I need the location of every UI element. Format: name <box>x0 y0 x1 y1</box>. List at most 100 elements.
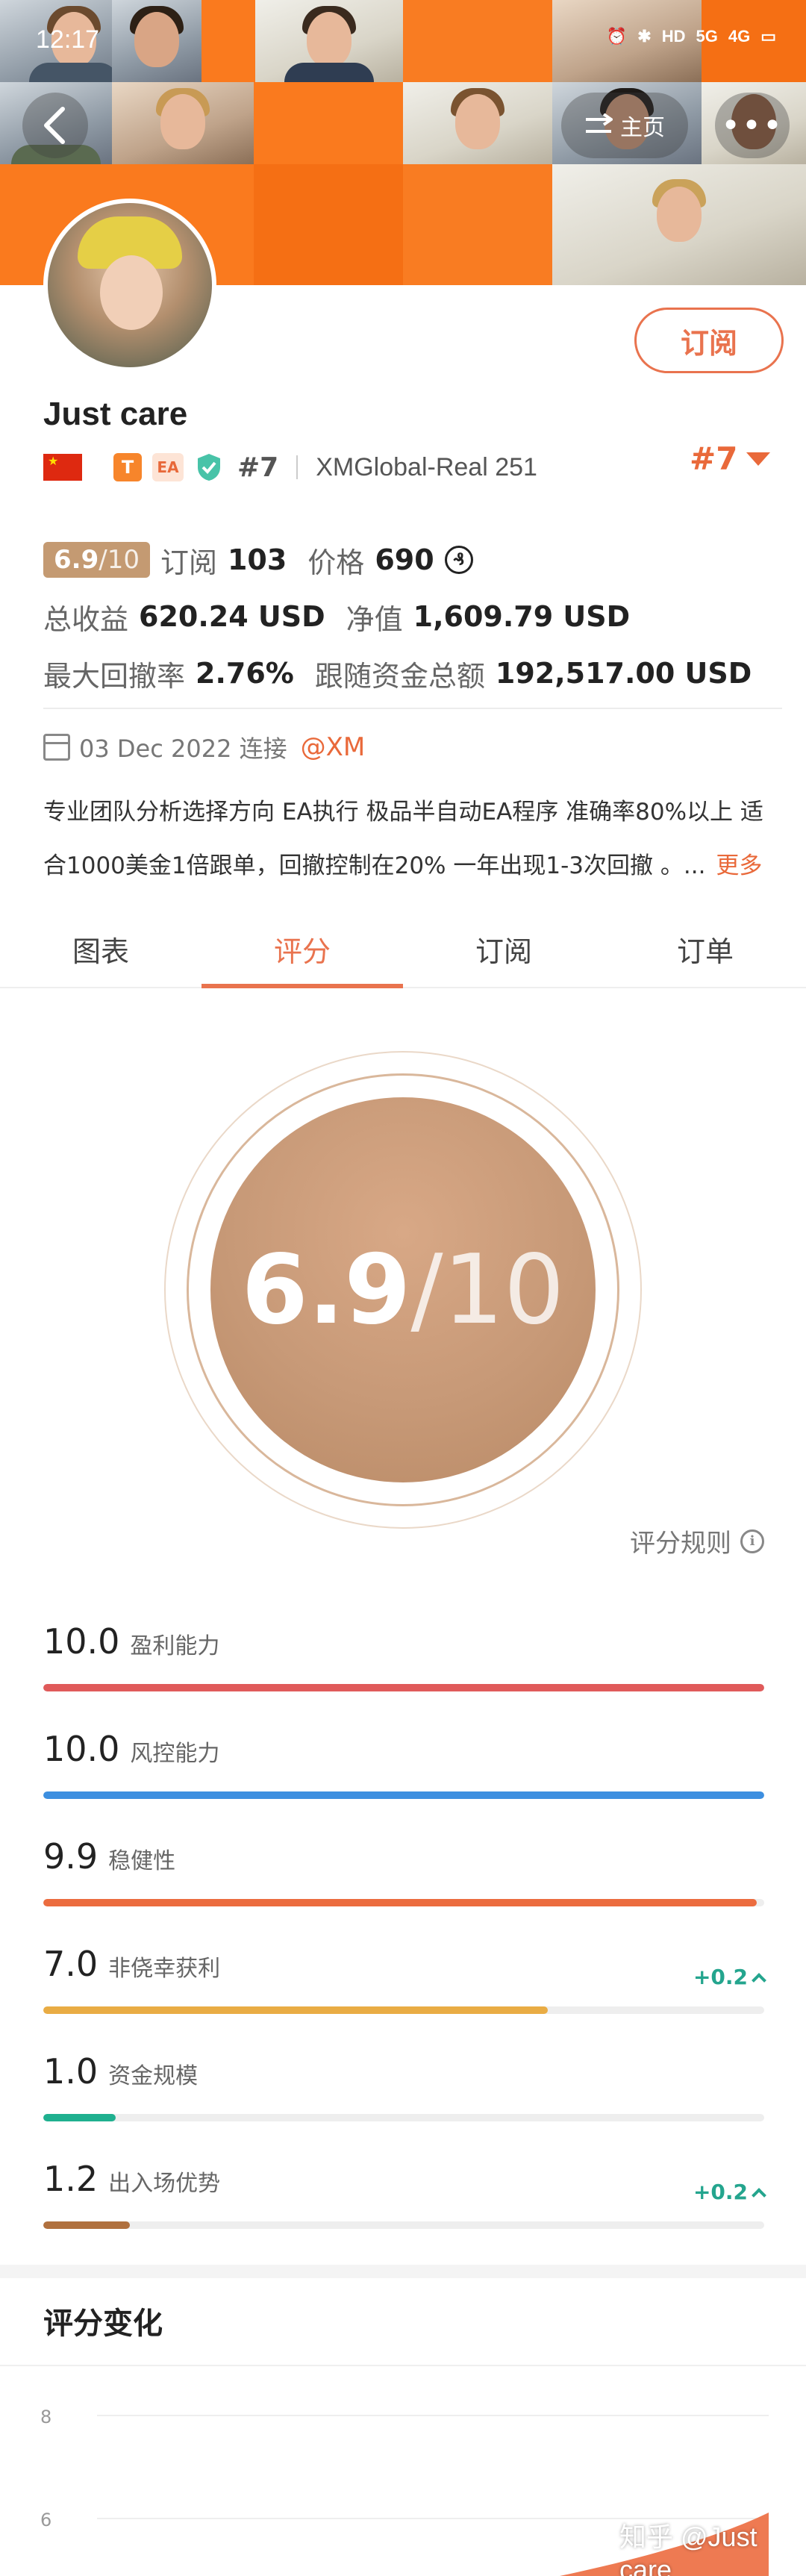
banner-photo <box>112 82 254 164</box>
metric-delta: +0.2 <box>693 1965 766 1989</box>
caret-down-icon <box>746 452 771 466</box>
metric-bar-fill <box>43 1684 764 1691</box>
rank-dropdown-label: #7 <box>690 440 738 477</box>
calendar-icon <box>43 734 70 761</box>
account-label: XMGlobal-Real 251 <box>316 452 537 481</box>
score-pill: 6.9/10 <box>43 542 150 578</box>
score-value: 6.9 <box>241 1234 411 1346</box>
more-link[interactable]: 更多 <box>716 852 762 879</box>
banner-pattern <box>403 164 552 285</box>
metric-stability: 9.9 稳健性 <box>43 1836 764 1933</box>
home-button[interactable]: 主页 <box>561 93 688 158</box>
stats-block: 6.9/10 订阅 103 价格 690 ₰ 总收益 620.24 USD 净值… <box>43 531 782 702</box>
metric-bar <box>43 2221 764 2229</box>
metric-label: 稳健性 <box>108 1848 176 1874</box>
banner-photo <box>552 164 806 285</box>
bluetooth-icon: ✱ <box>637 27 652 46</box>
score-total: /10 <box>410 1234 565 1346</box>
battery-icon: ▭ <box>760 27 776 46</box>
clock: 12:17 <box>36 25 100 54</box>
stats-row-2: 总收益 620.24 USD 净值 1,609.79 USD <box>43 588 782 645</box>
metric-bar-fill <box>43 1899 757 1906</box>
more-button[interactable]: ••• <box>715 93 790 158</box>
subscribe-button[interactable]: 订阅 <box>634 308 784 373</box>
metric-non-luck-profit: 7.0 非侥幸获利 +0.2 <box>43 1944 766 2041</box>
follow-funds-value: 192,517.00 USD <box>495 657 752 690</box>
metric-bar <box>43 1899 764 1906</box>
metric-risk-control: 10.0 风控能力 <box>43 1729 764 1826</box>
price-label: 价格 <box>307 546 365 579</box>
metric-value: 1.2 <box>43 2159 99 2199</box>
score-circle: 6.9/10 <box>210 1097 596 1482</box>
trader-badges: T EA #7 XMGlobal-Real 251 <box>43 449 537 485</box>
tab-orders[interactable]: 订单 <box>604 911 806 987</box>
description-line: 合1000美金1倍跟单，回撤控制在20% 一年出现1-3次回撤 。... 更多 <box>43 852 763 879</box>
home-label: 主页 <box>620 115 665 141</box>
net-value-label: 净值 <box>346 602 403 636</box>
metric-profitability: 10.0 盈利能力 <box>43 1621 764 1718</box>
rating-rules-label: 评分规则 <box>630 1529 731 1559</box>
metric-bar <box>43 1791 764 1799</box>
metric-bar-fill <box>43 2006 549 2014</box>
price-value: 690 <box>375 543 434 576</box>
y-tick-label: 8 <box>40 2407 51 2427</box>
section-separator <box>0 2265 806 2278</box>
tab-subscriptions[interactable]: 订阅 <box>403 911 604 987</box>
total-profit-value: 620.24 USD <box>139 600 325 633</box>
metric-bar-fill <box>43 2114 116 2121</box>
subscriptions-label: 订阅 <box>160 546 217 579</box>
stats-row-1: 6.9/10 订阅 103 价格 690 ₰ <box>43 531 782 588</box>
chevron-left-icon <box>44 107 65 144</box>
subscriptions-value: 103 <box>227 543 287 576</box>
metric-value: 10.0 <box>43 1621 120 1662</box>
status-icons: ⏰ ✱ HD 5G 4G ▭ <box>607 27 776 46</box>
net-value-value: 1,609.79 USD <box>413 600 631 633</box>
metric-label: 风控能力 <box>130 1741 220 1767</box>
divider <box>296 455 299 479</box>
description-line: 专业团队分析选择方向 EA执行 极品半自动EA程序 准确率80%以上 适 <box>43 799 763 826</box>
y-tick-label: 6 <box>40 2510 51 2530</box>
verified-shield-icon <box>194 452 224 482</box>
chevron-up-icon <box>752 1972 766 1988</box>
connection-meta: 03 Dec 2022 连接 @XM <box>43 730 365 764</box>
total-profit-label: 总收益 <box>43 602 129 636</box>
metric-delta: +0.2 <box>693 2180 766 2204</box>
tab-chart[interactable]: 图表 <box>0 911 202 987</box>
tab-rating[interactable]: 评分 <box>202 911 403 988</box>
strategy-description: 专业团队分析选择方向 EA执行 极品半自动EA程序 准确率80%以上 适 合10… <box>43 785 782 893</box>
swap-icon <box>586 113 613 133</box>
ea-badge: EA <box>152 453 184 481</box>
metric-label: 资金规模 <box>108 2063 199 2089</box>
divider <box>43 708 782 709</box>
metric-value: 1.0 <box>43 2051 99 2092</box>
metric-label: 非侥幸获利 <box>108 1956 221 1982</box>
trader-name: Just care <box>43 396 188 432</box>
broker-link[interactable]: @XM <box>301 732 366 762</box>
metric-bar <box>43 2006 764 2014</box>
back-button[interactable] <box>22 93 88 158</box>
4g-signal-icon: 4G <box>728 27 751 46</box>
rank-label: #7 <box>237 452 279 483</box>
connect-date: 03 Dec 2022 连接 <box>79 735 287 763</box>
rank-dropdown[interactable]: #7 <box>690 440 771 477</box>
tab-bar: 图表 评分 订阅 订单 <box>0 911 806 988</box>
hd-icon: HD <box>661 27 686 46</box>
banner-pattern <box>254 164 403 285</box>
stats-row-3: 最大回撤率 2.76% 跟随资金总额 192,517.00 USD <box>43 645 782 702</box>
metric-bar <box>43 1684 764 1691</box>
rating-rules-link[interactable]: 评分规则 i <box>630 1523 764 1559</box>
chevron-up-icon <box>752 2187 766 2203</box>
more-dots-icon: ••• <box>721 106 784 145</box>
metric-bar-fill <box>43 1791 764 1799</box>
watermark: 知乎 @Just care <box>619 2522 757 2576</box>
max-drawdown-label: 最大回撤率 <box>43 659 186 693</box>
max-drawdown-value: 2.76% <box>196 657 294 690</box>
china-flag-icon <box>43 454 82 481</box>
metric-label: 出入场优势 <box>108 2171 221 2197</box>
follow-funds-label: 跟随资金总额 <box>314 659 485 693</box>
alarm-icon: ⏰ <box>606 27 628 46</box>
info-icon: i <box>740 1529 764 1553</box>
avatar[interactable] <box>43 199 216 372</box>
5g-signal-icon: 5G <box>696 27 718 46</box>
banner-photo <box>403 82 552 164</box>
